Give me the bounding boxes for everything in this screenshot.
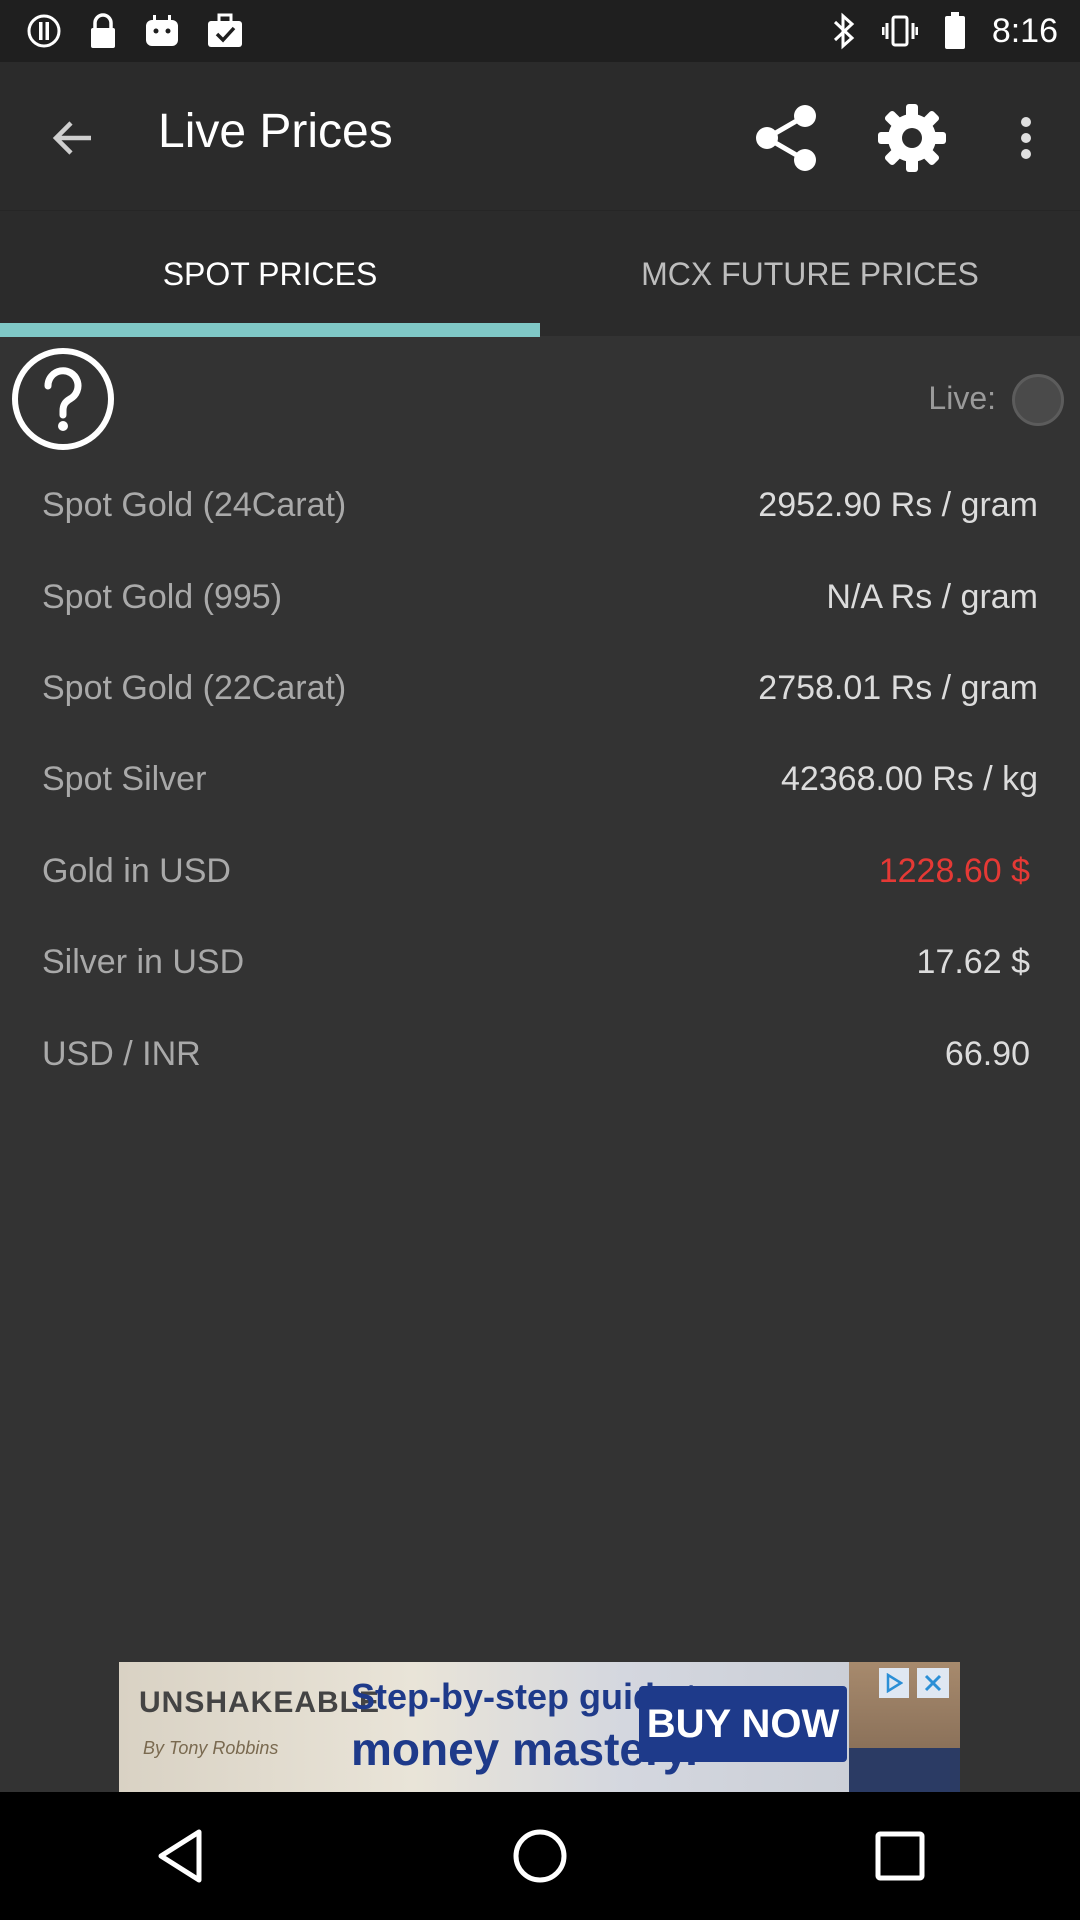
status-bar: 8:16: [0, 0, 1080, 62]
android-bot-icon: [144, 14, 180, 48]
tab-spot-prices[interactable]: SPOT PRICES: [0, 211, 540, 337]
gear-icon: [878, 104, 946, 172]
price-label: USD / INR: [42, 1035, 201, 1073]
close-icon: [924, 1674, 942, 1692]
price-label: Spot Gold (24Carat): [42, 486, 347, 524]
price-row: USD / INR 66.90: [0, 1027, 1080, 1087]
ad-brand-sub: By Tony Robbins: [143, 1738, 279, 1758]
price-value: N/A Rs / gram: [826, 578, 1038, 616]
price-label: Spot Gold (22Carat): [42, 669, 347, 707]
lock-icon: [88, 12, 118, 50]
price-label: Spot Silver: [42, 760, 207, 798]
price-row: Spot Gold (995) N/A Rs / gram: [0, 570, 1080, 630]
help-circle-icon: [12, 348, 114, 450]
vibrate-icon: [881, 13, 918, 49]
page-title: Live Prices: [158, 105, 393, 158]
price-label: Silver in USD: [42, 943, 245, 981]
share-icon: [756, 105, 816, 171]
live-label: Live:: [928, 380, 996, 416]
back-button[interactable]: [40, 106, 104, 170]
settings-button[interactable]: [872, 98, 952, 178]
share-button[interactable]: [748, 100, 824, 176]
tab-label: SPOT PRICES: [162, 255, 378, 292]
circle-home-icon: [513, 1829, 567, 1883]
ad-person-shirt: [849, 1748, 960, 1792]
tab-mcx-future-prices[interactable]: MCX FUTURE PRICES: [540, 211, 1080, 337]
price-row: Gold in USD 1228.60 $: [0, 844, 1080, 904]
system-nav-bar: [0, 1792, 1080, 1920]
price-label: Gold in USD: [42, 852, 231, 890]
status-time: 8:16: [991, 11, 1058, 50]
price-row: Spot Gold (22Carat) 2758.01 Rs / gram: [0, 661, 1080, 721]
more-options-button[interactable]: [1004, 100, 1048, 176]
price-label: Spot Gold (995): [42, 578, 283, 616]
square-recents-icon: [875, 1831, 925, 1881]
tab-indicator: [0, 323, 540, 337]
ad-banner[interactable]: UNSHAKEABLE By Tony Robbins Step-by-step…: [119, 1662, 960, 1792]
price-value: 66.90: [944, 1035, 1030, 1073]
tab-bar: SPOT PRICES MCX FUTURE PRICES: [0, 210, 1080, 337]
alert-circle-icon: [26, 13, 62, 49]
price-value: 1228.60 $: [878, 852, 1030, 890]
price-value: 42368.00 Rs / kg: [780, 760, 1038, 798]
help-button[interactable]: [10, 346, 116, 452]
price-value: 2758.01 Rs / gram: [758, 669, 1038, 707]
bluetooth-icon: [832, 12, 856, 50]
price-value: 2952.90 Rs / gram: [758, 486, 1038, 524]
price-row: Silver in USD 17.62 $: [0, 935, 1080, 995]
ad-choices-button[interactable]: [879, 1668, 909, 1698]
status-icons-left: [26, 12, 244, 50]
arrow-back-icon: [52, 121, 91, 155]
ad-buy-now-button[interactable]: BUY NOW: [639, 1686, 847, 1762]
nav-home-button[interactable]: [480, 1796, 600, 1916]
price-row: Spot Silver 42368.00 Rs / kg: [0, 752, 1080, 812]
battery-icon: [944, 12, 966, 50]
nav-back-button[interactable]: [120, 1796, 240, 1916]
ad-brand: UNSHAKEABLE: [139, 1686, 381, 1719]
app-root: 8:16 Live Prices SPOT PRICES MCX FUTURE …: [0, 0, 1080, 1920]
nav-recents-button[interactable]: [840, 1796, 960, 1916]
triangle-back-icon: [158, 1829, 202, 1883]
price-value: 17.62 $: [916, 943, 1030, 981]
ad-close-button[interactable]: [917, 1668, 949, 1698]
briefcase-check-icon: [206, 13, 244, 49]
live-toggle[interactable]: [1012, 374, 1064, 426]
tab-label: MCX FUTURE PRICES: [641, 255, 979, 292]
status-icons-right: 8:16: [832, 12, 1058, 51]
ad-choices-icon: [886, 1673, 903, 1693]
more-vertical-icon: [1021, 117, 1031, 159]
app-bar: Live Prices: [0, 62, 1080, 210]
price-row: Spot Gold (24Carat) 2952.90 Rs / gram: [0, 478, 1080, 538]
